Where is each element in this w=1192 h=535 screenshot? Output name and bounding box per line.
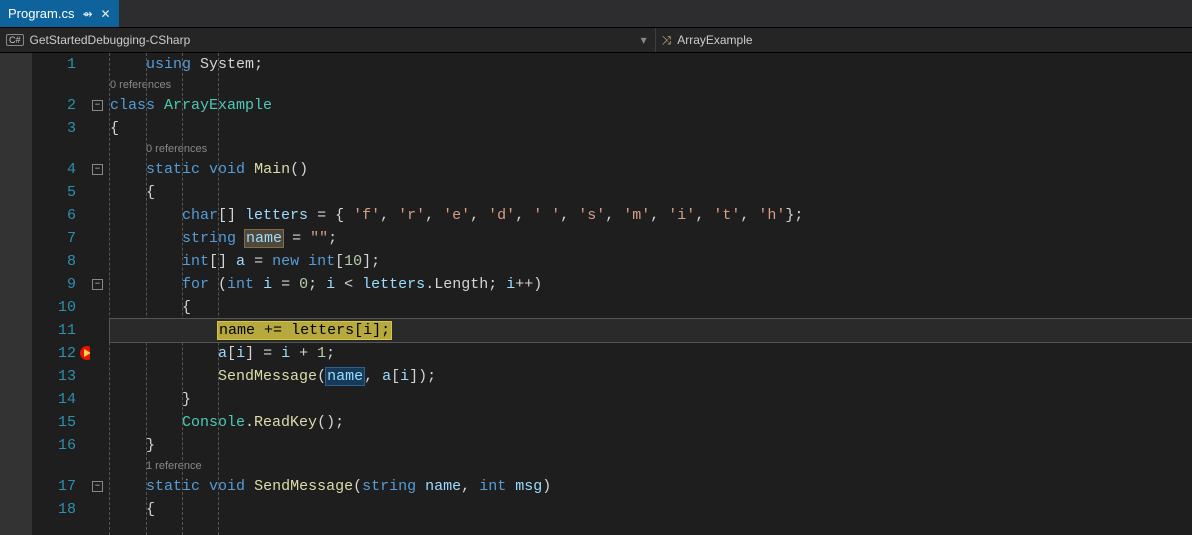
line-number: 4 (32, 158, 76, 181)
pin-icon[interactable]: ⇴ (82, 7, 92, 21)
code-line[interactable]: using System; (110, 53, 1192, 76)
tab-label: Program.cs (8, 6, 74, 21)
code-editor[interactable]: 1 2 3 4 5 6 7 8 9 10 11 12 13 14 15 16 1… (0, 53, 1192, 535)
code-line[interactable]: SendMessage(name, a[i]); (110, 365, 1192, 388)
line-number: 13 (32, 365, 76, 388)
code-area[interactable]: using System; 0 references class ArrayEx… (110, 53, 1192, 535)
codelens[interactable]: 0 references (110, 140, 1192, 158)
code-line[interactable]: { (110, 181, 1192, 204)
fold-toggle[interactable]: − (92, 164, 103, 175)
tab-program-cs[interactable]: Program.cs ⇴ ✕ (0, 0, 119, 27)
execution-pointer-icon[interactable] (6, 321, 24, 339)
line-number: 14 (32, 388, 76, 411)
line-number: 7 (32, 227, 76, 250)
code-line[interactable]: a[i] = i + 1; (110, 342, 1192, 365)
code-line[interactable]: int[] a = new int[10]; (110, 250, 1192, 273)
fold-toggle[interactable]: − (92, 481, 103, 492)
code-line[interactable]: char[] letters = { 'f', 'r', 'e', 'd', '… (110, 204, 1192, 227)
code-line[interactable]: static void Main() (110, 158, 1192, 181)
line-number: 5 (32, 181, 76, 204)
code-line[interactable]: } (110, 388, 1192, 411)
code-line[interactable]: static void SendMessage(string name, int… (110, 475, 1192, 498)
fold-toggle[interactable]: − (92, 279, 103, 290)
line-number: 17 (32, 475, 76, 498)
line-number: 15 (32, 411, 76, 434)
line-number: 8 (32, 250, 76, 273)
line-number: 16 (32, 434, 76, 457)
line-number: 6 (32, 204, 76, 227)
csharp-badge-icon: C# (6, 34, 24, 46)
code-line[interactable]: class ArrayExample (110, 94, 1192, 117)
symbol-definition: name (245, 230, 283, 247)
codelens[interactable]: 0 references (110, 76, 1192, 94)
line-number: 11 (32, 319, 76, 342)
code-line[interactable]: Console.ReadKey(); (110, 411, 1192, 434)
scope-dropdown-left[interactable]: C# GetStartedDebugging-CSharp ▾ (0, 28, 656, 52)
breakpoint-gutter[interactable] (0, 53, 32, 535)
code-line[interactable]: string name = ""; (110, 227, 1192, 250)
code-line[interactable]: { (110, 117, 1192, 140)
line-number: 10 (32, 296, 76, 319)
scope-left-label: GetStartedDebugging-CSharp (30, 33, 191, 47)
tab-bar: Program.cs ⇴ ✕ (0, 0, 1192, 28)
scope-right-label: ArrayExample (677, 33, 752, 47)
fold-gutter[interactable]: − − − − (90, 53, 110, 535)
code-line[interactable]: for (int i = 0; i < letters.Length; i++) (110, 273, 1192, 296)
line-number-gutter: 1 2 3 4 5 6 7 8 9 10 11 12 13 14 15 16 1… (32, 53, 90, 535)
line-number: 2 (32, 94, 76, 117)
class-icon: ⤨ (662, 33, 672, 48)
line-number: 1 (32, 53, 76, 76)
fold-toggle[interactable]: − (92, 100, 103, 111)
line-number: 9 (32, 273, 76, 296)
nav-bar: C# GetStartedDebugging-CSharp ▾ ⤨ ArrayE… (0, 28, 1192, 53)
chevron-down-icon: ▾ (641, 33, 655, 47)
symbol-reference: name (326, 368, 364, 385)
line-number: 18 (32, 498, 76, 521)
line-number: 3 (32, 117, 76, 140)
close-icon[interactable]: ✕ (101, 7, 111, 21)
scope-dropdown-right[interactable]: ⤨ ArrayExample (656, 33, 753, 48)
current-execution-line[interactable]: name += letters[i]; (110, 319, 1192, 342)
code-line[interactable]: { (110, 498, 1192, 521)
code-line[interactable]: { (110, 296, 1192, 319)
code-line[interactable]: } (110, 434, 1192, 457)
codelens[interactable]: 1 reference (110, 457, 1192, 475)
line-number: 12 (32, 342, 76, 365)
